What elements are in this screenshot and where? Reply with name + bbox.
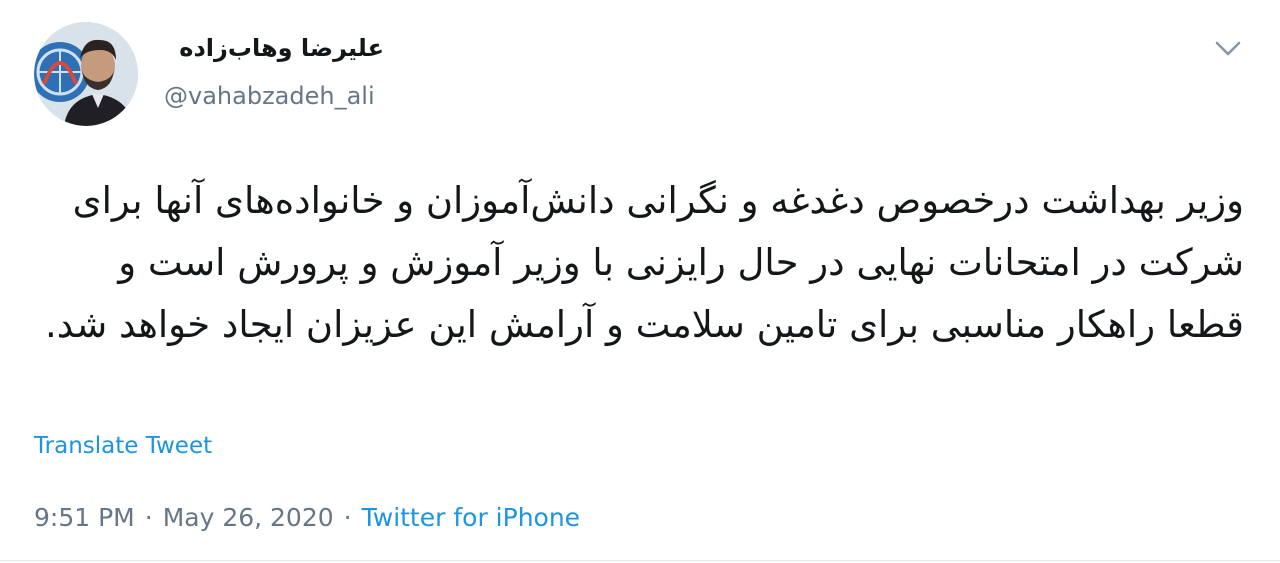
tweet-metadata: 9:51 PM · May 26, 2020 · Twitter for iPhone (34, 503, 580, 532)
author-handle[interactable]: @vahabzadeh_ali (164, 82, 375, 110)
meta-separator: · (144, 503, 153, 532)
tweet-card: علیرضا وهاب‌زاده @vahabzadeh_ali وزیر به… (0, 0, 1280, 563)
avatar[interactable] (34, 22, 138, 126)
tweet-text: وزیر بهداشت درخصوص دغدغه و نگرانی دانش‌آ… (45, 179, 1244, 346)
tweet-date[interactable]: May 26, 2020 (163, 503, 334, 532)
meta-separator: · (343, 503, 352, 532)
translate-tweet-link[interactable]: Translate Tweet (34, 433, 212, 459)
divider (0, 560, 1280, 561)
profile-photo (34, 22, 138, 126)
chevron-down-icon[interactable] (1212, 34, 1244, 62)
tweet-time[interactable]: 9:51 PM (34, 503, 135, 532)
author-display-name[interactable]: علیرضا وهاب‌زاده (164, 34, 384, 62)
tweet-source-link[interactable]: Twitter for iPhone (362, 503, 580, 532)
